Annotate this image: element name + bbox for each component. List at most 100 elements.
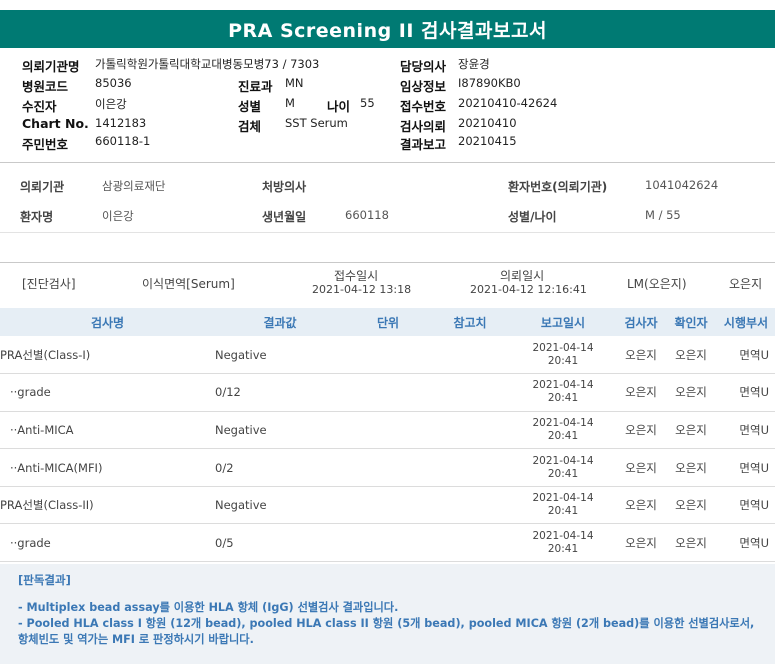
- cell-dept: 면역U: [717, 336, 775, 375]
- col-ref: 참고치: [431, 308, 509, 336]
- cell-time: 20:41: [547, 467, 579, 480]
- judgement-title: [판독결과]: [18, 573, 71, 587]
- report-header: 의뢰기관명 가톨릭학원가톨릭대학교대병동모병73 / 7303 담당의사 장윤경…: [0, 56, 775, 154]
- receipt-label: 접수번호: [400, 99, 447, 114]
- cell-report-date: 2021-04-14 20:41: [509, 486, 617, 525]
- table-row: ··grade 0/5 2021-04-14 20:41 오은지 오은지 면역U: [0, 523, 775, 563]
- cell-ref: [431, 336, 509, 375]
- cell-checker: 오은지: [665, 373, 717, 412]
- cell-date: 2021-04-14: [532, 379, 594, 392]
- user-value: 오은지: [729, 277, 763, 291]
- results-table: 검사명 결과값 단위 참고치 보고일시 검사자 확인자 시행부서 PRA선별(C…: [0, 308, 775, 563]
- cell-ref: [431, 448, 509, 487]
- cell-date: 2021-04-14: [532, 454, 594, 467]
- col-checker: 확인자: [665, 308, 717, 336]
- pt-no-value: 1041042624: [645, 178, 719, 192]
- cell-result: Negative: [215, 336, 345, 375]
- institution-value: 가톨릭학원가톨릭대학교대병동모병73 / 7303: [95, 57, 320, 71]
- cell-checker: 오은지: [665, 448, 717, 487]
- age-value: 55: [360, 96, 375, 110]
- cell-tester: 오은지: [617, 448, 665, 487]
- cell-tester: 오은지: [617, 411, 665, 450]
- cell-report-date: 2021-04-14 20:41: [509, 373, 617, 412]
- resident-no-label: 주민번호: [22, 137, 69, 152]
- cell-date: 2021-04-14: [532, 492, 594, 505]
- recv-label: 접수일시: [334, 269, 379, 283]
- sex-label: 성별: [238, 99, 262, 114]
- birth-label: 생년월일: [262, 210, 307, 224]
- cell-ref: [431, 411, 509, 450]
- cell-dept: 면역U: [717, 373, 775, 412]
- cell-date: 2021-04-14: [532, 416, 594, 429]
- cell-unit: [345, 486, 431, 525]
- report-title: PRA Screening II 검사결과보고서: [0, 10, 775, 48]
- cell-checker: 오은지: [665, 523, 717, 563]
- req-date-label: 검사의뢰: [400, 119, 447, 134]
- req-date-value: 20210410: [458, 116, 517, 130]
- pt-name-value: 이은강: [102, 209, 134, 223]
- table-header-row: 검사명 결과값 단위 참고치 보고일시 검사자 확인자 시행부서: [0, 308, 775, 336]
- cell-report-date: 2021-04-14 20:41: [509, 336, 617, 375]
- col-report-date: 보고일시: [509, 308, 617, 336]
- cell-time: 20:41: [547, 429, 579, 442]
- sexage-label: 성별/나이: [508, 210, 557, 224]
- judgement-line-2: - Pooled HLA class I 항원 (12개 bead), pool…: [18, 617, 755, 646]
- cell-dept: 면역U: [717, 411, 775, 450]
- lm-value: LM(오은지): [627, 277, 687, 291]
- patient-info-section: 의뢰기관 삼광의료재단 처방의사 환자번호(의뢰기관) 1041042624 환…: [0, 168, 775, 234]
- pt-name-label: 환자명: [20, 210, 54, 224]
- req-time-value: 2021-04-12 12:16:41: [470, 283, 587, 296]
- patient-value: 이은강: [95, 97, 127, 111]
- cell-report-date: 2021-04-14 20:41: [509, 448, 617, 487]
- prescriber-label: 처방의사: [262, 180, 307, 194]
- cell-test-name: PRA선별(Class-I): [0, 336, 215, 375]
- req-inst-label: 의뢰기관: [20, 180, 65, 194]
- col-result: 결과값: [215, 308, 345, 336]
- cell-checker: 오은지: [665, 486, 717, 525]
- recv-value: 2021-04-12 13:18: [312, 283, 412, 296]
- cell-test-name: ··Anti-MICA(MFI): [0, 448, 215, 487]
- cell-test-name: ··grade: [0, 523, 215, 563]
- cell-tester: 오은지: [617, 486, 665, 525]
- cell-unit: [345, 448, 431, 487]
- cell-unit: [345, 523, 431, 563]
- dept-value: MN: [285, 76, 304, 90]
- cell-result: 0/12: [215, 373, 345, 412]
- cell-dept: 면역U: [717, 448, 775, 487]
- institution-label: 의뢰기관명: [22, 59, 80, 74]
- table-row: ··grade 0/12 2021-04-14 20:41 오은지 오은지 면역U: [0, 373, 775, 412]
- doctor-label: 담당의사: [400, 59, 447, 74]
- table-row: PRA선별(Class-I) Negative 2021-04-14 20:41 …: [0, 336, 775, 375]
- cell-checker: 오은지: [665, 336, 717, 375]
- receipt-value: 20210410-42624: [458, 96, 558, 110]
- cell-test-name: ··grade: [0, 373, 215, 412]
- cell-time: 20:41: [547, 505, 579, 518]
- cell-tester: 오은지: [617, 373, 665, 412]
- cell-date: 2021-04-14: [532, 341, 594, 354]
- chart-no-label: Chart No.: [22, 116, 89, 131]
- sex-value: M: [285, 96, 295, 110]
- cell-result: Negative: [215, 411, 345, 450]
- col-test-name: 검사명: [0, 308, 215, 336]
- cell-dept: 면역U: [717, 523, 775, 563]
- cell-tester: 오은지: [617, 336, 665, 375]
- col-unit: 단위: [345, 308, 431, 336]
- cell-ref: [431, 523, 509, 563]
- specimen-label: 검체: [238, 119, 262, 134]
- cell-unit: [345, 411, 431, 450]
- report-date-value: 20210415: [458, 134, 517, 148]
- cell-time: 20:41: [547, 542, 579, 555]
- divider: [0, 162, 775, 163]
- cell-test-name: ··Anti-MICA: [0, 411, 215, 450]
- specimen-value: SST Serum: [285, 116, 348, 130]
- cell-time: 20:41: [547, 392, 579, 405]
- judgement-section: [판독결과] - Multiplex bead assay를 이용한 HLA 항…: [0, 564, 775, 664]
- cell-time: 20:41: [547, 354, 579, 367]
- divider: [0, 232, 775, 233]
- table-row: ··Anti-MICA(MFI) 0/2 2021-04-14 20:41 오은지…: [0, 448, 775, 487]
- pt-no-label: 환자번호(의뢰기관): [508, 180, 608, 194]
- cell-ref: [431, 486, 509, 525]
- order-info-row: [진단검사] 이식면역[Serum] 접수일시 2021-04-12 13:18…: [0, 262, 775, 308]
- cell-unit: [345, 373, 431, 412]
- cell-result: 0/2: [215, 448, 345, 487]
